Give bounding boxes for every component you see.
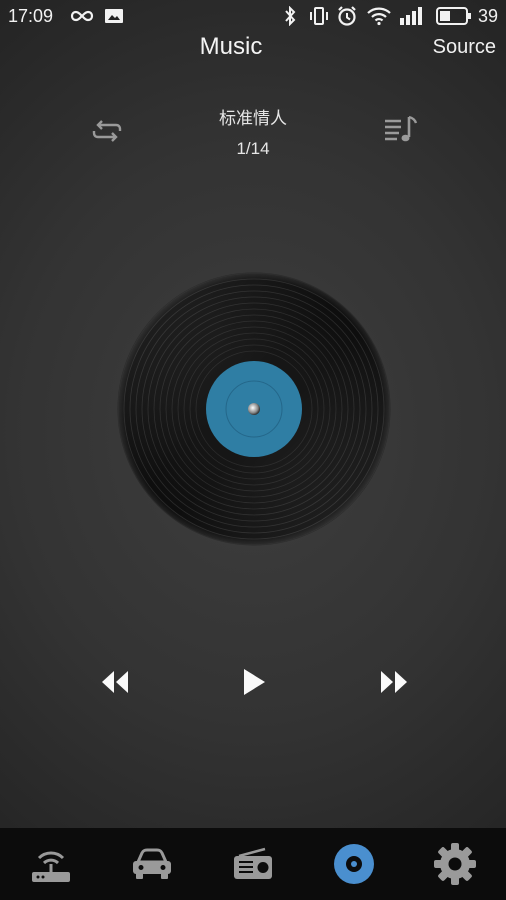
source-button[interactable]: Source [433, 36, 496, 59]
battery-percent: 39 [477, 6, 498, 26]
image-notification-icon [105, 9, 123, 23]
radio-icon [233, 847, 272, 879]
status-bar: 17:09 39 [0, 0, 506, 32]
signal-icon [400, 7, 422, 25]
bottom-nav [0, 828, 506, 900]
vibrate-icon [310, 7, 328, 25]
nav-settings[interactable] [404, 828, 505, 900]
disc-icon [333, 844, 374, 884]
alarm-icon [338, 6, 356, 26]
car-icon [132, 848, 171, 879]
rewind-icon[interactable] [100, 668, 130, 696]
battery-icon [436, 7, 471, 25]
play-icon[interactable] [240, 667, 268, 697]
nav-radio[interactable] [202, 828, 303, 900]
page-title: Music [199, 33, 263, 60]
vinyl-record [117, 272, 391, 546]
track-counter: 1/14 [236, 139, 270, 158]
status-time: 17:09 [8, 6, 54, 26]
infinity-icon [70, 10, 94, 22]
wifi-icon [367, 7, 391, 26]
fast-forward-icon[interactable] [379, 668, 409, 696]
track-title: 标准情人 [219, 109, 287, 129]
bluetooth-icon [285, 6, 296, 26]
nav-music[interactable] [303, 828, 404, 900]
playlist-icon[interactable] [383, 113, 419, 147]
router-icon [31, 851, 70, 882]
gear-icon [433, 843, 476, 885]
nav-router[interactable] [0, 828, 101, 900]
nav-car[interactable] [101, 828, 202, 900]
